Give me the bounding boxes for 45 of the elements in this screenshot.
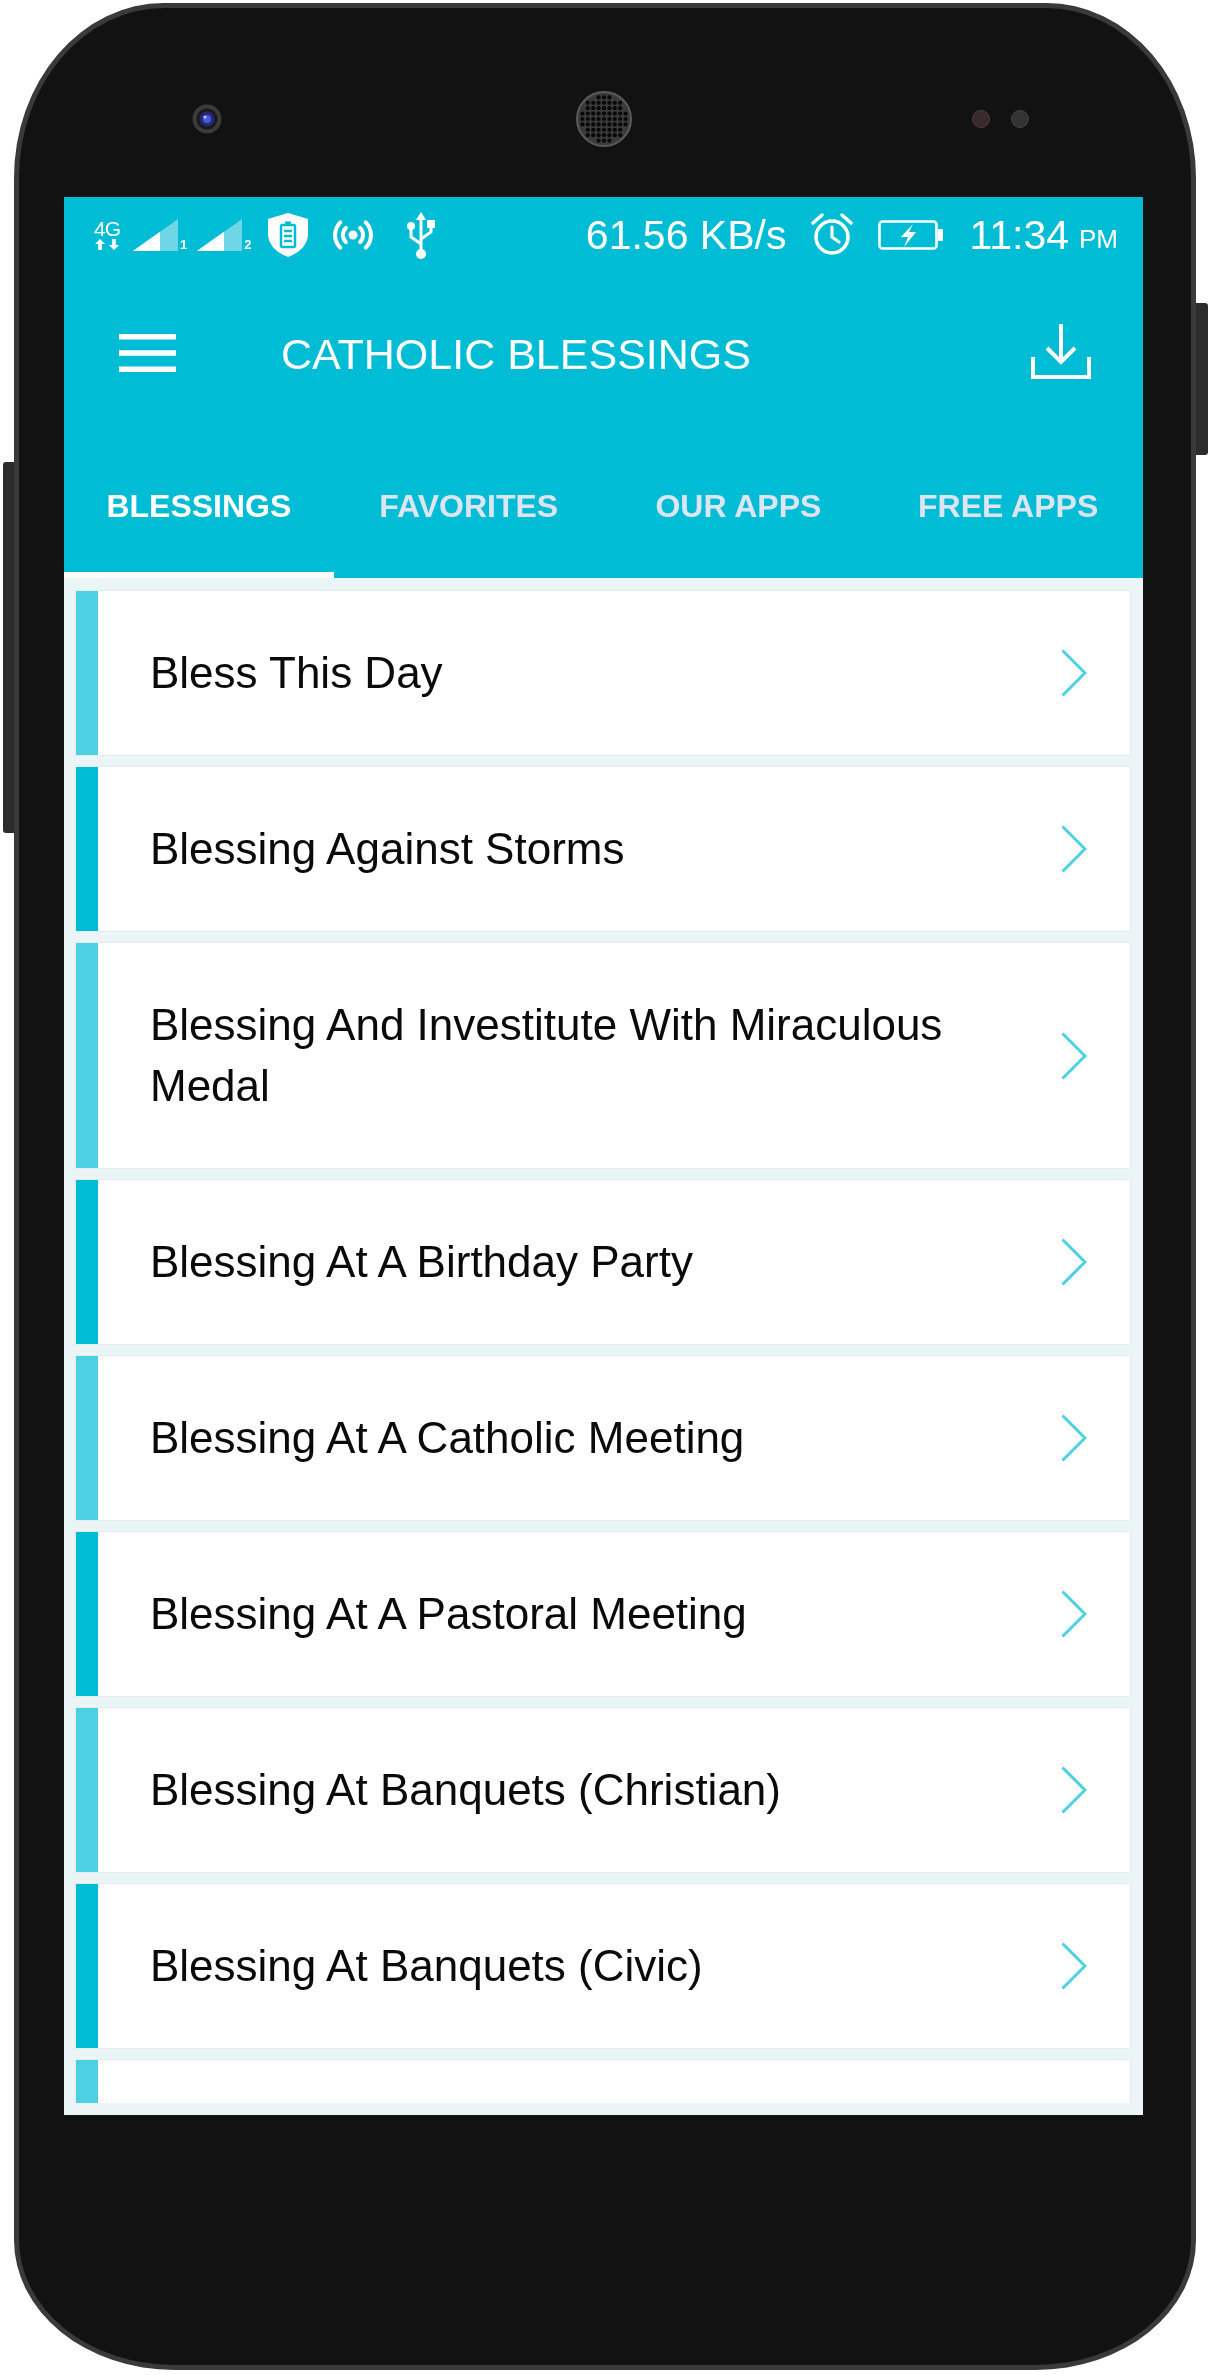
list-item[interactable]: Bless This Day <box>75 590 1131 756</box>
sensor-icon <box>1011 109 1029 128</box>
chevron-right-icon <box>1061 1766 1087 1814</box>
sim-number: 1 <box>180 238 188 251</box>
item-title: Blessing At Banquets (Christian) <box>150 1764 782 1816</box>
item-title: Blessing At A Birthday Party <box>150 1236 694 1288</box>
download-icon[interactable] <box>1031 323 1091 379</box>
chevron-right-icon <box>1061 1031 1087 1080</box>
shield-icon <box>266 212 311 258</box>
chevron-right-icon <box>1061 1590 1087 1638</box>
chevron-right-icon <box>1061 825 1087 873</box>
clock-period: PM <box>1079 223 1118 255</box>
side-button[interactable] <box>1196 303 1208 455</box>
item-title: Blessing At Banquets (Civic) <box>150 1940 704 1992</box>
chevron-right-icon <box>1061 649 1087 697</box>
alarm-clock-icon <box>810 212 855 258</box>
network-speed: 61.56 KB/s <box>585 211 787 259</box>
list-item[interactable]: Blessing Against Storms <box>75 766 1131 932</box>
chevron-right-icon <box>1061 1238 1087 1286</box>
list-item[interactable]: Blessing At Banquets (Christian) <box>75 1707 1131 1873</box>
list-item[interactable]: Blessing And Investitute With Miraculous Medal <box>75 942 1131 1169</box>
item-title: Bless This Day <box>150 647 444 699</box>
item-title: Blessing Against Storms <box>150 823 626 875</box>
speaker-grille-icon <box>576 90 632 147</box>
item-title: Blessing And Investitute With Miraculous Medal <box>150 999 944 1112</box>
list-item[interactable]: Blessing At A Birthday Party <box>75 1179 1131 1345</box>
menu-icon[interactable] <box>119 334 176 372</box>
item-title: Blessing At A Catholic Meeting <box>150 1412 746 1464</box>
list-item[interactable]: Blessing At A Pastoral Meeting <box>75 1531 1131 1697</box>
sensor-icon <box>972 109 990 128</box>
item-title: Blessing At A Pastoral Meeting <box>150 1588 748 1640</box>
chevron-right-icon <box>1061 1414 1087 1462</box>
clock-time: 11:34 <box>969 211 1069 259</box>
app-title: CATHOLIC BLESSINGS <box>281 329 751 379</box>
data-arrows-icon <box>93 238 121 251</box>
signal-icon <box>197 219 243 251</box>
battery-charging-icon <box>878 220 945 250</box>
sim-number: 2 <box>244 238 252 251</box>
camera-icon <box>192 103 222 134</box>
list-item[interactable]: Blessing At A Catholic Meeting <box>75 1355 1131 1521</box>
network-type-label: 4G <box>94 219 120 238</box>
side-button[interactable] <box>3 462 14 833</box>
chevron-right-icon <box>1061 1942 1087 1990</box>
signal-icon <box>133 219 178 251</box>
list-item[interactable]: Blessing At Banquets (Civic) <box>75 1883 1131 2049</box>
